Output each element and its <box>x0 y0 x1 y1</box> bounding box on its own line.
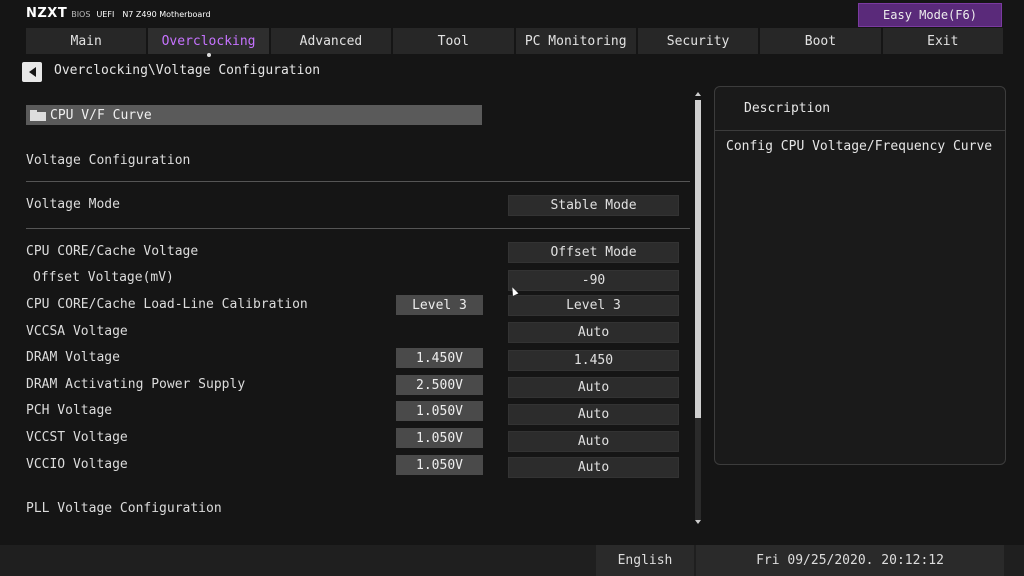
bios-label: BIOS <box>71 10 91 19</box>
main-tabs: Main Overclocking Advanced Tool PC Monit… <box>26 28 1003 54</box>
pch-voltage-current-value: 1.050V <box>396 401 483 421</box>
footer-bar: English Fri 09/25/2020. 20:12:12 <box>0 545 1024 576</box>
brand: NZXT BIOS UEFI N7 Z490 Motherboard <box>26 6 211 21</box>
scrollbar[interactable] <box>693 92 703 524</box>
model-label: N7 Z490 Motherboard <box>122 10 211 19</box>
top-bar: NZXT BIOS UEFI N7 Z490 Motherboard Easy … <box>0 0 1024 28</box>
scroll-down-icon[interactable] <box>695 520 701 524</box>
cpu-vf-curve-label: CPU V/F Curve <box>50 107 152 123</box>
tab-advanced[interactable]: Advanced <box>270 28 394 54</box>
pch-voltage-select[interactable]: Auto <box>508 404 679 425</box>
section-pll-voltage-configuration[interactable]: PLL Voltage Configuration <box>26 501 222 516</box>
breadcrumb: Overclocking\Voltage Configuration <box>54 63 321 78</box>
dram-activating-power-label: DRAM Activating Power Supply <box>26 377 246 392</box>
scroll-up-icon[interactable] <box>695 92 701 96</box>
back-button[interactable] <box>22 62 42 82</box>
description-text: Config CPU Voltage/Frequency Curve <box>726 139 993 154</box>
description-title: Description <box>715 87 1005 131</box>
voltage-mode-select[interactable]: Stable Mode <box>508 195 679 216</box>
tab-tool[interactable]: Tool <box>393 28 516 54</box>
nzxt-logo: NZXT <box>26 6 68 21</box>
tab-main[interactable]: Main <box>26 28 149 54</box>
cpu-core-cache-voltage-select[interactable]: Offset Mode <box>508 242 679 263</box>
folder-icon <box>30 109 46 121</box>
offset-voltage-input[interactable]: -90 <box>508 270 679 291</box>
back-arrow-icon <box>28 67 36 77</box>
tab-exit[interactable]: Exit <box>882 28 1003 54</box>
language-button[interactable]: English <box>596 545 694 576</box>
llc-label: CPU CORE/Cache Load-Line Calibration <box>26 297 308 312</box>
vccst-voltage-current-value: 1.050V <box>396 428 483 448</box>
dram-activating-power-select[interactable]: Auto <box>508 377 679 398</box>
pch-voltage-label: PCH Voltage <box>26 403 113 418</box>
dram-activating-power-current-value: 2.500V <box>396 375 483 395</box>
voltage-mode-label: Voltage Mode <box>26 197 120 212</box>
vccsa-voltage-select[interactable]: Auto <box>508 322 679 343</box>
divider <box>26 181 690 182</box>
uefi-label: UEFI <box>96 10 115 19</box>
dram-voltage-input[interactable]: 1.450 <box>508 350 679 371</box>
vccst-voltage-label: VCCST Voltage <box>26 430 128 445</box>
vccio-voltage-label: VCCIO Voltage <box>26 457 128 472</box>
easy-mode-button[interactable]: Easy Mode(F6) <box>858 3 1002 27</box>
divider <box>26 228 690 229</box>
tab-overclocking[interactable]: Overclocking <box>148 28 271 54</box>
vccio-voltage-select[interactable]: Auto <box>508 457 679 478</box>
llc-current-value: Level 3 <box>396 295 483 315</box>
cpu-vf-curve-item[interactable]: CPU V/F Curve <box>26 105 482 125</box>
cpu-core-cache-voltage-label: CPU CORE/Cache Voltage <box>26 244 199 259</box>
tab-boot[interactable]: Boot <box>760 28 883 54</box>
scroll-thumb[interactable] <box>695 100 701 418</box>
section-voltage-configuration: Voltage Configuration <box>26 153 191 168</box>
tab-security[interactable]: Security <box>637 28 761 54</box>
vccsa-voltage-label: VCCSA Voltage <box>26 324 128 339</box>
vccst-voltage-select[interactable]: Auto <box>508 431 679 452</box>
settings-panel: CPU V/F Curve Voltage Configuration Volt… <box>0 90 700 530</box>
dram-voltage-label: DRAM Voltage <box>26 350 120 365</box>
offset-voltage-label: Offset Voltage(mV) <box>33 270 174 285</box>
llc-select[interactable]: Level 3 <box>508 295 679 316</box>
datetime-display: Fri 09/25/2020. 20:12:12 <box>696 545 1004 576</box>
dram-voltage-current-value: 1.450V <box>396 348 483 368</box>
tab-pc-monitoring[interactable]: PC Monitoring <box>515 28 638 54</box>
vccio-voltage-current-value: 1.050V <box>396 455 483 475</box>
description-panel: Description Config CPU Voltage/Frequency… <box>714 86 1006 465</box>
